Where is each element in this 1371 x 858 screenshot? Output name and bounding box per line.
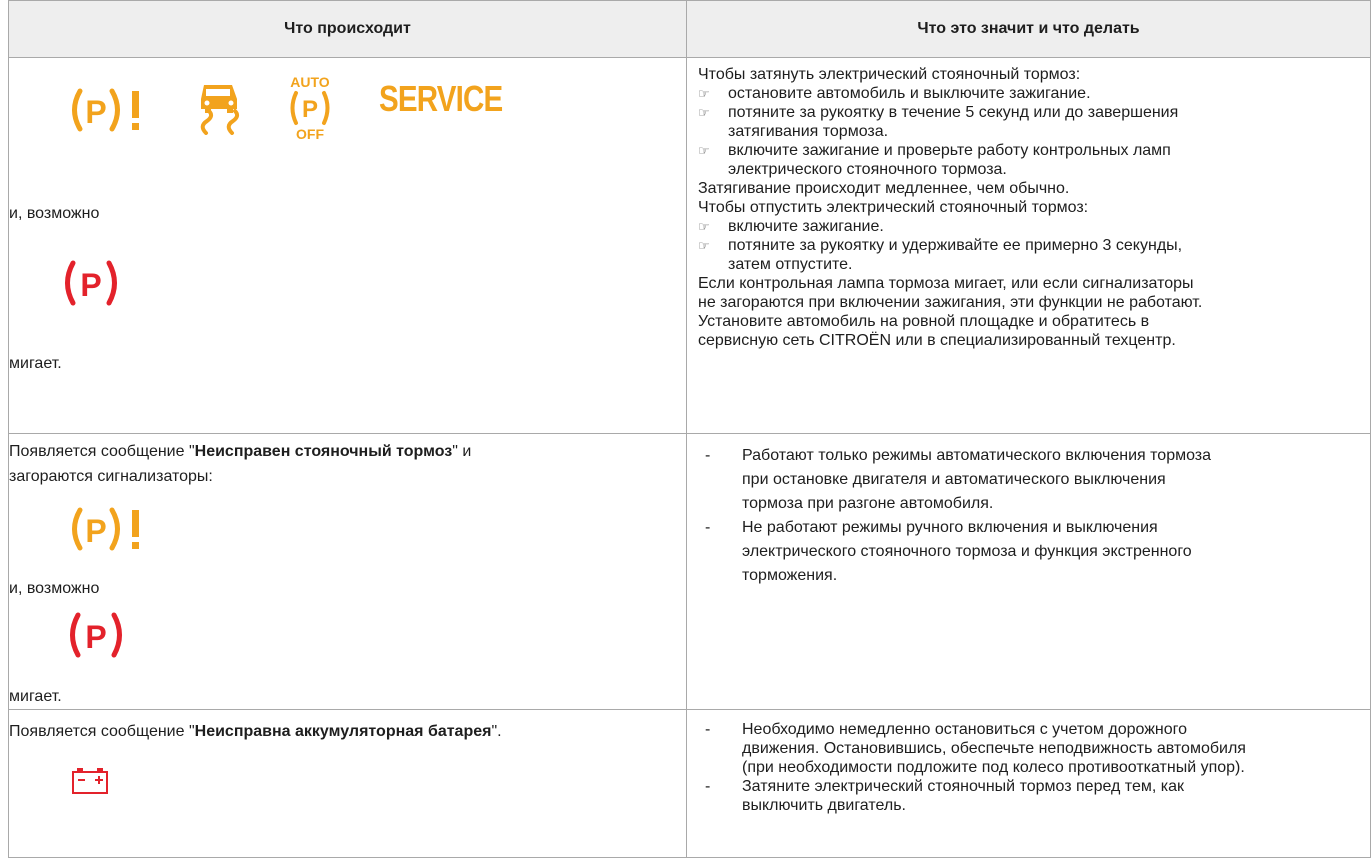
apply-step-1: ☞ остановите автомобиль и выключите зажиг… <box>698 85 1091 102</box>
stability-control-icon <box>200 85 240 135</box>
table-row: P AUTO P OFF SERVICE и, возможно P мигае… <box>8 57 1371 434</box>
apply-step-2-cont: затягивания тормоза. <box>728 123 889 140</box>
row2-right-cell: - Работают только режимы автоматического… <box>686 433 1371 710</box>
row3-message: Появляется сообщение "Неисправна аккумул… <box>9 723 502 740</box>
table-row: Появляется сообщение "Неисправна аккумул… <box>8 709 1371 858</box>
parking-brake-fault-icon: P <box>72 507 139 551</box>
warning-lights-table: Что происходит Что это значит и что дела… <box>8 0 1371 858</box>
svg-text:P: P <box>85 94 106 130</box>
row1-icons: P AUTO P OFF SERVICE <box>66 73 536 143</box>
row2-left-cell: Появляется сообщение "Неисправен стояноч… <box>8 433 687 710</box>
svg-text:AUTO: AUTO <box>290 74 330 90</box>
parking-brake-red-icon: P <box>70 612 122 658</box>
service-icon: SERVICE <box>379 78 503 119</box>
battery-icon <box>72 768 108 794</box>
row3-item-2: - Затяните электрический стояночный торм… <box>705 778 1184 814</box>
note-line-2: не загораются при включении зажигания, э… <box>698 294 1203 311</box>
auto-parking-off-icon: AUTO P OFF <box>290 74 330 142</box>
row2-blinks-text: мигает. <box>9 688 62 705</box>
row2-message-bold: Неисправен стояночный тормоз <box>194 443 453 460</box>
row3-left-cell: Появляется сообщение "Неисправна аккумул… <box>8 709 687 858</box>
row3-right-cell: - Необходимо немедленно остановиться с у… <box>686 709 1371 858</box>
header-what-to-do: Что это значит и что делать <box>686 0 1371 58</box>
row2-maybe-text: и, возможно <box>9 580 100 597</box>
release-step-2: ☞ потяните за рукоятку и удерживайте ее п… <box>698 237 1183 254</box>
apply-step-3-cont: электрического стояночного тормоза. <box>728 161 1007 178</box>
apply-title: Чтобы затянуть электрический стояночный … <box>698 66 1081 83</box>
row1-maybe-text: и, возможно <box>9 205 100 222</box>
svg-text:P: P <box>80 267 101 303</box>
row2-message-line1: Появляется сообщение "Неисправен стояноч… <box>9 443 472 460</box>
parking-brake-red-icon: P <box>65 260 117 306</box>
row1-left-cell: P AUTO P OFF SERVICE и, возможно P мигае… <box>8 57 687 434</box>
release-title: Чтобы отпустить электрический стояночный… <box>698 199 1089 216</box>
table-header-row: Что происходит Что это значит и что дела… <box>8 0 1371 58</box>
svg-text:P: P <box>85 619 106 655</box>
note-line-4: сервисную сеть CITROËN или в специализир… <box>698 332 1176 349</box>
svg-text:OFF: OFF <box>296 126 324 142</box>
release-step-1: ☞ включите зажигание. <box>698 218 884 235</box>
svg-text:P: P <box>302 96 318 123</box>
slower-note: Затягивание происходит медленнее, чем об… <box>698 180 1070 197</box>
apply-step-3: ☞ включите зажигание и проверьте работу к… <box>698 142 1171 159</box>
table-row: Появляется сообщение "Неисправен стояноч… <box>8 433 1371 710</box>
row3-item-1: - Необходимо немедленно остановиться с у… <box>705 721 1246 776</box>
note-line-1: Если контрольная лампа тормоза мигает, и… <box>698 275 1194 292</box>
parking-brake-fault-icon: P <box>72 88 139 132</box>
svg-text:P: P <box>85 513 106 549</box>
row2-message-line2: загораются сигнализаторы: <box>9 468 213 485</box>
row2-item-1: - Работают только режимы автоматического… <box>705 447 1212 512</box>
row3-message-bold: Неисправна аккумуляторная батарея <box>194 723 492 740</box>
row1-right-cell: Чтобы затянуть электрический стояночный … <box>686 57 1371 434</box>
apply-step-2: ☞ потяните за рукоятку в течение 5 секунд… <box>698 104 1179 121</box>
note-line-3: Установите автомобиль на ровной площадке… <box>698 313 1150 330</box>
release-step-2-cont: затем отпустите. <box>728 256 853 273</box>
row2-item-2: - Не работают режимы ручного включения и… <box>705 519 1192 584</box>
row1-blinks-text: мигает. <box>9 355 62 372</box>
header-what-happens: Что происходит <box>8 0 687 58</box>
